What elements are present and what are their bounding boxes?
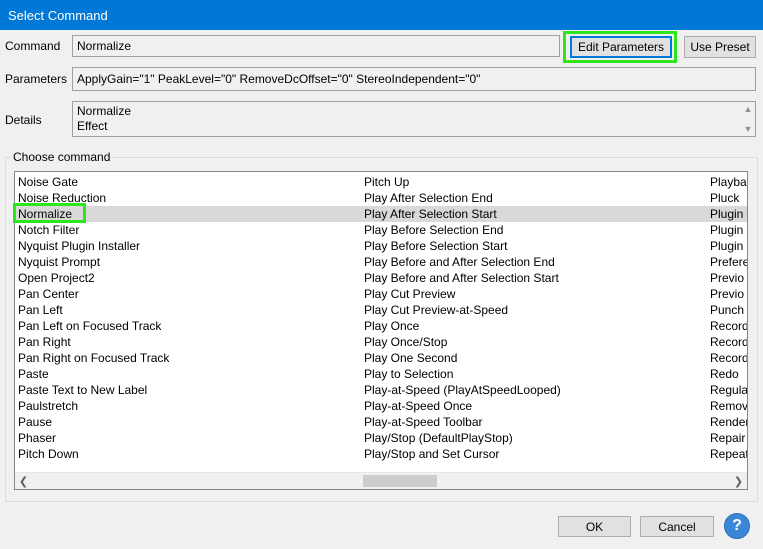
command-label: Command	[5, 39, 61, 53]
edit-parameters-button[interactable]: Edit Parameters	[570, 36, 672, 58]
list-item[interactable]: Noise Gate	[15, 174, 361, 190]
details-line-2: Effect	[77, 119, 108, 133]
scrollbar-thumb[interactable]	[363, 475, 437, 487]
list-item[interactable]: Open Project2	[15, 270, 361, 286]
scroll-left-icon[interactable]: ❮	[15, 473, 32, 489]
list-item[interactable]: Play After Selection Start	[361, 206, 707, 222]
details-line-1: Normalize	[77, 104, 132, 118]
list-item[interactable]: Record	[707, 318, 747, 334]
command-field[interactable]: Normalize	[72, 35, 560, 57]
normalize-highlight	[13, 203, 86, 223]
horizontal-scrollbar[interactable]: ❮ ❯	[15, 472, 747, 489]
list-item[interactable]: Record	[707, 334, 747, 350]
list-item[interactable]: Pan Left on Focused Track	[15, 318, 361, 334]
list-item[interactable]: Play/Stop (DefaultPlayStop)	[361, 430, 707, 446]
list-item[interactable]: Play Cut Preview	[361, 286, 707, 302]
list-item[interactable]: Plugin	[707, 206, 747, 222]
details-label: Details	[5, 113, 42, 127]
command-list-column-3: Playba Pluck Plugin Plugin Plugin Prefere Prev…	[707, 174, 747, 462]
details-scroll-up-icon[interactable]: ▲	[743, 104, 753, 114]
list-item[interactable]: Play Before Selection End	[361, 222, 707, 238]
details-textarea[interactable]: Normalize Effect ▲ ▼	[72, 101, 756, 137]
list-item[interactable]: Playba	[707, 174, 747, 190]
command-list-column-2: Pitch Up Play After Selection End Play Aft…	[361, 174, 707, 462]
list-item[interactable]: Play Cut Preview-at-Speed	[361, 302, 707, 318]
list-item[interactable]: Remov	[707, 398, 747, 414]
list-item[interactable]: Paulstretch	[15, 398, 361, 414]
command-list[interactable]: Noise Gate Noise Reduction Normalize Notch …	[14, 171, 748, 490]
list-item[interactable]: Play Before and After Selection End	[361, 254, 707, 270]
list-item[interactable]: Pan Right on Focused Track	[15, 350, 361, 366]
list-item[interactable]: Play/Stop and Set Cursor	[361, 446, 707, 462]
list-item[interactable]: Repair	[707, 430, 747, 446]
list-item[interactable]: Previo	[707, 286, 747, 302]
list-item[interactable]: Play After Selection End	[361, 190, 707, 206]
list-item[interactable]: Plugin	[707, 238, 747, 254]
list-item[interactable]: Render	[707, 414, 747, 430]
list-item[interactable]: Repeat	[707, 446, 747, 462]
list-item[interactable]: Pan Right	[15, 334, 361, 350]
list-item[interactable]: Pitch Down	[15, 446, 361, 462]
list-item[interactable]: Pitch Up	[361, 174, 707, 190]
list-item[interactable]: Pan Center	[15, 286, 361, 302]
cancel-button[interactable]: Cancel	[640, 516, 714, 537]
details-scroll-down-icon[interactable]: ▼	[743, 124, 753, 134]
list-item[interactable]: Play-at-Speed Toolbar	[361, 414, 707, 430]
ok-button[interactable]: OK	[558, 516, 631, 537]
list-item[interactable]: Play Before Selection Start	[361, 238, 707, 254]
list-item[interactable]: Paste Text to New Label	[15, 382, 361, 398]
list-item[interactable]: Nyquist Plugin Installer	[15, 238, 361, 254]
choose-command-title: Choose command	[11, 150, 113, 164]
list-item[interactable]: Previo	[707, 270, 747, 286]
scroll-right-icon[interactable]: ❯	[730, 473, 747, 489]
parameters-label: Parameters	[5, 72, 68, 86]
list-item[interactable]: Redo	[707, 366, 747, 382]
list-item[interactable]: Punch	[707, 302, 747, 318]
list-item[interactable]: Pause	[15, 414, 361, 430]
help-icon[interactable]: ?	[724, 513, 750, 539]
list-item[interactable]: Pluck	[707, 190, 747, 206]
list-item[interactable]: Play Once	[361, 318, 707, 334]
list-item[interactable]: Play Once/Stop	[361, 334, 707, 350]
list-item[interactable]: Phaser	[15, 430, 361, 446]
list-item[interactable]: Play One Second	[361, 350, 707, 366]
list-item[interactable]: Plugin	[707, 222, 747, 238]
parameters-field[interactable]: ApplyGain="1" PeakLevel="0" RemoveDcOffs…	[72, 67, 756, 91]
list-item[interactable]: Notch Filter	[15, 222, 361, 238]
use-preset-button[interactable]: Use Preset	[684, 36, 756, 58]
title-bar: Select Command	[0, 0, 763, 30]
list-item[interactable]: Paste	[15, 366, 361, 382]
window-title: Select Command	[8, 7, 108, 23]
list-item[interactable]: Regula	[707, 382, 747, 398]
list-item[interactable]: Record	[707, 350, 747, 366]
list-item[interactable]: Pan Left	[15, 302, 361, 318]
list-item[interactable]: Play Before and After Selection Start	[361, 270, 707, 286]
list-item[interactable]: Nyquist Prompt	[15, 254, 361, 270]
list-item[interactable]: Play-at-Speed (PlayAtSpeedLooped)	[361, 382, 707, 398]
list-item[interactable]: Play-at-Speed Once	[361, 398, 707, 414]
list-item[interactable]: Play to Selection	[361, 366, 707, 382]
list-item[interactable]: Prefere	[707, 254, 747, 270]
